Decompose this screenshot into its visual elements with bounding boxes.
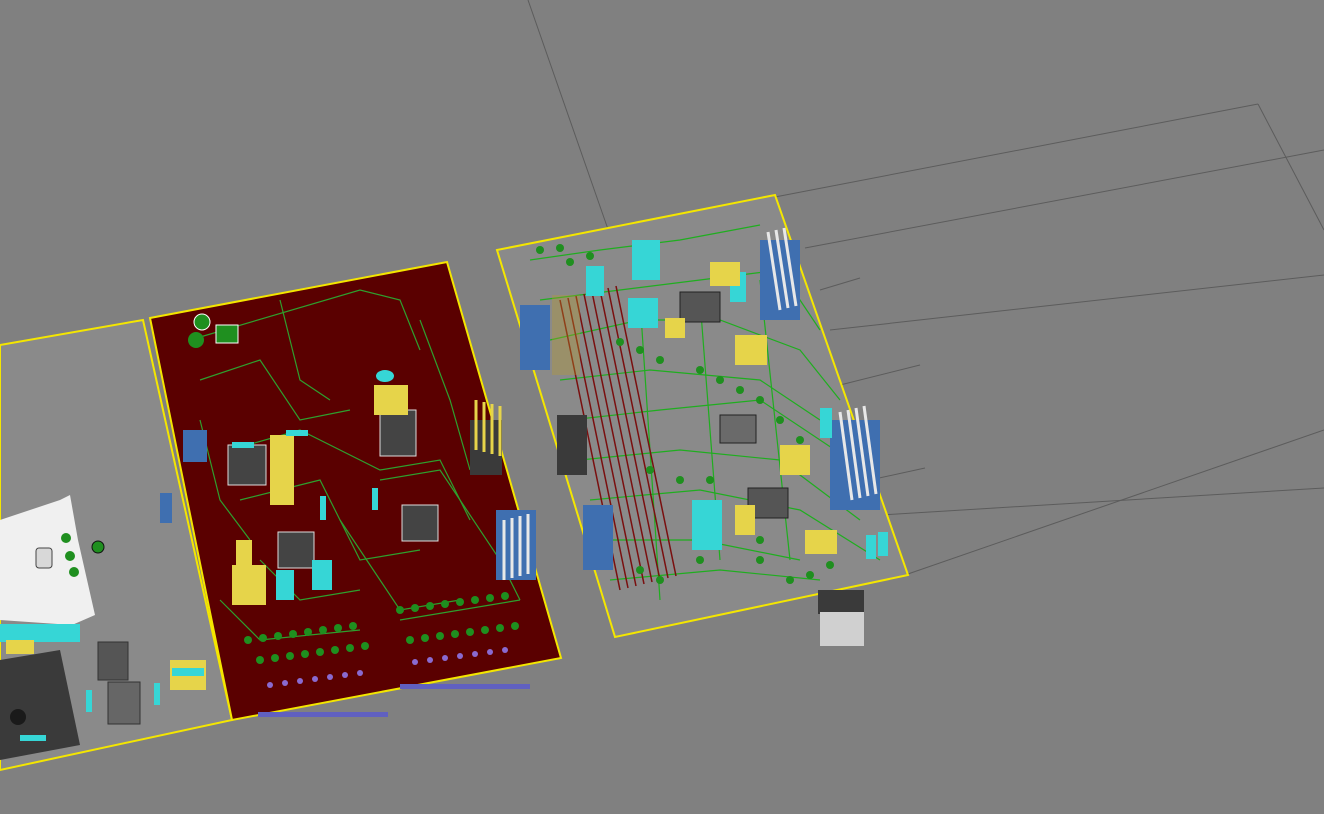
blue-edge-strip [400, 684, 530, 689]
blue-header [583, 505, 613, 570]
yellow-component [805, 530, 837, 554]
electrolytic-cap [376, 370, 394, 382]
green-cap [215, 324, 239, 344]
cyan-resistor [320, 496, 326, 520]
yellow-component [710, 262, 740, 286]
cap [69, 567, 79, 577]
electrolytic-cap [276, 570, 294, 600]
yellow-component [236, 540, 252, 570]
3d-pcb-viewport[interactable] [0, 0, 1324, 814]
electrolytic-cap [586, 266, 604, 296]
cap [91, 540, 105, 554]
cyan-resistor [86, 690, 92, 712]
black-header [557, 415, 587, 475]
tqfp-ic [679, 291, 721, 323]
header [160, 493, 172, 523]
electrolytic-cap [628, 298, 658, 328]
yellow-block [6, 640, 34, 654]
smd-ic [97, 641, 129, 681]
smd-ic [107, 681, 141, 725]
connector-cavity [35, 547, 53, 569]
voltage-regulator-tab [820, 612, 864, 646]
electrolytic-cap [632, 240, 660, 280]
yellow-component [735, 505, 755, 535]
voltage-regulator [818, 590, 864, 614]
silkscreen-label [552, 295, 580, 375]
electrolytic-cap [692, 500, 722, 550]
tqfp-ic [277, 531, 315, 569]
cyan-resistor [20, 735, 46, 741]
yellow-component [232, 565, 266, 605]
cyan-resistor [286, 430, 308, 436]
inductor [820, 408, 832, 438]
cap [61, 533, 71, 543]
yellow-component [735, 335, 767, 365]
yellow-component [780, 445, 810, 475]
yellow-component [270, 435, 294, 505]
cyan-block [172, 668, 204, 676]
yellow-component [665, 318, 685, 338]
tqfp-ic [401, 504, 439, 542]
soic-ic [379, 409, 417, 457]
cyan-resistor [232, 442, 254, 448]
pcb-3d-scene[interactable] [0, 0, 1324, 814]
green-cap [193, 313, 211, 331]
cap [65, 551, 75, 561]
blue-header [520, 305, 550, 370]
blue-header [183, 430, 207, 462]
cyan-resistor [372, 488, 378, 510]
blue-edge-strip [258, 712, 388, 717]
inductor [878, 532, 888, 556]
electrolytic-cap [312, 560, 332, 590]
cyan-strip [0, 624, 80, 642]
power-jack-pin [10, 709, 26, 725]
inductor [866, 535, 876, 559]
cyan-resistor [154, 683, 160, 705]
green-cap [188, 332, 204, 348]
blue-header [496, 510, 536, 580]
smd-ic [719, 414, 757, 444]
right-board[interactable] [495, 193, 910, 646]
yellow-component [374, 385, 408, 415]
dip-ic [227, 444, 267, 486]
